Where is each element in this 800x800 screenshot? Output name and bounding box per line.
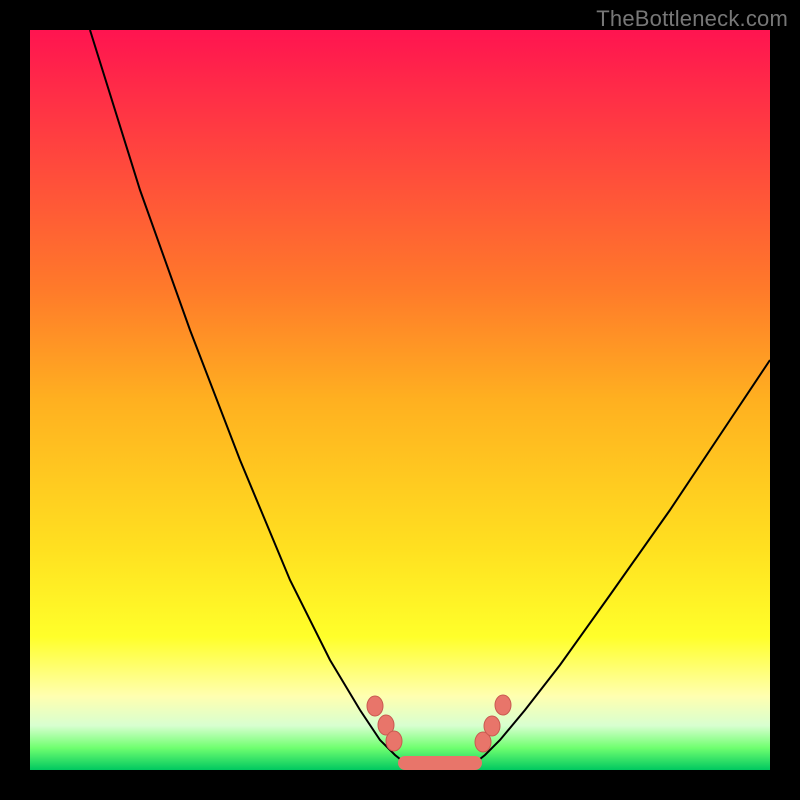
curve-marker bbox=[367, 696, 383, 716]
curve-marker bbox=[386, 731, 402, 751]
markers-left bbox=[367, 696, 402, 751]
curve-marker bbox=[495, 695, 511, 715]
plot-area bbox=[30, 30, 770, 770]
curve-marker bbox=[484, 716, 500, 736]
watermark-text: TheBottleneck.com bbox=[596, 6, 788, 32]
right-curve bbox=[475, 360, 770, 763]
curves-svg bbox=[30, 30, 770, 770]
markers-right bbox=[475, 695, 511, 752]
left-curve bbox=[90, 30, 405, 763]
chart-frame: TheBottleneck.com bbox=[0, 0, 800, 800]
